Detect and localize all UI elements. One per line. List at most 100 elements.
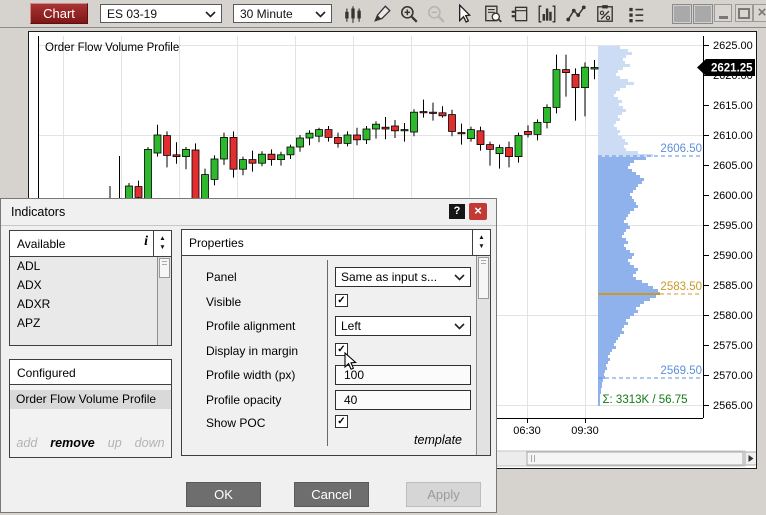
info-icon[interactable]: i (144, 234, 148, 250)
property-checkbox-show-poc[interactable]: ✓ (335, 415, 348, 428)
configured-list: Order Flow Volume Profile (10, 390, 171, 409)
link-remove[interactable]: remove (50, 436, 94, 450)
configured-links: add remove up down (10, 436, 171, 450)
available-panel: Available i ▲ ▼ ADL ADX ADXR APZ (9, 230, 172, 346)
svg-text:2610.00: 2610.00 (713, 130, 753, 142)
svg-text:2605.00: 2605.00 (713, 160, 753, 172)
help-button[interactable]: ? (449, 204, 465, 219)
svg-text:Σ: 3313K / 56.75: Σ: 3313K / 56.75 (602, 394, 687, 406)
svg-text:09:30: 09:30 (571, 425, 599, 437)
panel-swatch-1[interactable] (672, 4, 692, 24)
line-style-icon[interactable] (566, 4, 586, 24)
property-checkbox-visible[interactable]: ✓ (335, 294, 348, 307)
svg-text:2606.50: 2606.50 (660, 143, 702, 155)
available-scroll-thumb[interactable] (159, 258, 170, 278)
svg-text:2615.00: 2615.00 (713, 100, 753, 112)
property-row-display-in-margin: Display in margin ✓ (182, 341, 476, 363)
properties-scroll-thumb[interactable] (478, 257, 489, 299)
properties-scrollbar[interactable] (476, 256, 490, 455)
svg-text:2565.00: 2565.00 (713, 400, 753, 412)
property-select-panel[interactable]: Same as input s... (335, 267, 471, 287)
chevron-down-icon (454, 323, 465, 330)
bar-style-icon[interactable] (343, 4, 363, 24)
chevron-down-icon (315, 11, 326, 18)
properties-header-label: Properties (189, 236, 244, 250)
link-up[interactable]: up (108, 436, 122, 450)
link-down[interactable]: down (135, 436, 165, 450)
spin-up-icon[interactable]: ▲ (159, 235, 165, 243)
configured-item-order-flow-volume-profile[interactable]: Order Flow Volume Profile (10, 390, 171, 409)
format-bars-icon[interactable] (537, 4, 557, 24)
pointer-icon[interactable] (453, 3, 473, 24)
svg-text:2595.00: 2595.00 (713, 220, 753, 232)
available-spinner[interactable]: ▲ ▼ (153, 231, 171, 256)
available-item-adxr[interactable]: ADXR (10, 295, 158, 314)
cancel-button[interactable]: Cancel (294, 482, 369, 507)
draw-pencil-icon[interactable] (372, 4, 392, 24)
property-label-profile-width-px: Profile width (px) (206, 368, 296, 382)
minimize-icon (718, 15, 728, 19)
indicators-dialog: Indicators ? × Available i ▲ ▼ ADL ADX ADXR… (0, 198, 497, 513)
available-item-apz[interactable]: APZ (10, 314, 158, 333)
interval-value: 30 Minute (240, 7, 293, 21)
available-item-adl[interactable]: ADL (10, 257, 158, 276)
select-value: Left (341, 319, 362, 333)
configured-header: Configured (10, 360, 171, 385)
svg-text:2625.00: 2625.00 (713, 40, 753, 52)
close-icon: × (757, 4, 766, 21)
property-row-show-poc: Show POC ✓ (182, 413, 476, 435)
spin-down-icon[interactable]: ▼ (478, 243, 484, 251)
property-label-display-in-margin: Display in margin (206, 344, 299, 358)
restore-icon (738, 7, 750, 19)
property-row-profile-opacity: Profile opacity 40 (182, 390, 476, 412)
panel-swatch-2[interactable] (693, 4, 713, 24)
link-add[interactable]: add (16, 436, 37, 450)
dialog-titlebar[interactable]: Indicators ? × (1, 199, 496, 226)
svg-text:2590.00: 2590.00 (713, 250, 753, 262)
chevron-down-icon (454, 274, 465, 281)
ok-button[interactable]: OK (186, 482, 261, 507)
zoom-out-icon[interactable] (426, 4, 446, 24)
close-window-button[interactable]: × (753, 4, 766, 22)
mouse-cursor (344, 352, 357, 370)
available-header-label: Available (17, 237, 66, 251)
svg-text:2569.50: 2569.50 (660, 365, 702, 377)
spin-up-icon[interactable]: ▲ (478, 234, 484, 242)
spin-down-icon[interactable]: ▼ (159, 244, 165, 252)
svg-text:2570.00: 2570.00 (713, 370, 753, 382)
available-scrollbar[interactable] (157, 257, 171, 345)
available-item-adx[interactable]: ADX (10, 276, 158, 295)
chart-window-badge[interactable]: Chart (30, 3, 88, 24)
svg-text:06:30: 06:30 (513, 425, 541, 437)
property-select-profile-alignment[interactable]: Left (335, 316, 471, 336)
dialog-close-button[interactable]: × (469, 203, 487, 220)
property-row-panel: Panel Same as input s... (182, 267, 476, 289)
properties-spinner[interactable]: ▲ ▼ (472, 230, 490, 255)
svg-text:2600.00: 2600.00 (713, 190, 753, 202)
interval-combobox[interactable]: 30 Minute (233, 4, 332, 23)
available-header: Available i ▲ ▼ (10, 231, 171, 257)
properties-header: Properties ▲ ▼ (182, 230, 490, 256)
chevron-down-icon (205, 11, 216, 18)
template-link[interactable]: template (414, 433, 462, 447)
property-label-visible: Visible (206, 295, 242, 309)
format-objects-icon[interactable] (510, 4, 530, 24)
strategy-properties-icon[interactable] (595, 4, 615, 24)
property-label-panel: Panel (206, 270, 237, 284)
object-list-icon[interactable] (626, 4, 646, 24)
svg-text:2585.00: 2585.00 (713, 280, 753, 292)
property-input-profile-opacity[interactable]: 40 (335, 390, 471, 410)
data-window-icon[interactable] (483, 4, 503, 24)
symbol-combobox[interactable]: ES 03-19 (100, 4, 222, 23)
restore-button[interactable] (735, 4, 753, 22)
property-row-visible: Visible ✓ (182, 292, 476, 314)
property-label-profile-opacity: Profile opacity (206, 393, 282, 407)
minimize-button[interactable] (714, 4, 732, 22)
svg-text:2575.00: 2575.00 (713, 340, 753, 352)
symbol-value: ES 03-19 (107, 7, 158, 21)
zoom-in-icon[interactable] (399, 4, 419, 24)
svg-text:2621.25: 2621.25 (711, 63, 753, 75)
apply-button[interactable]: Apply (406, 482, 481, 507)
properties-panel: Properties ▲ ▼ Panel Same as input s... Vis… (181, 229, 491, 456)
svg-text:2583.50: 2583.50 (660, 281, 702, 293)
